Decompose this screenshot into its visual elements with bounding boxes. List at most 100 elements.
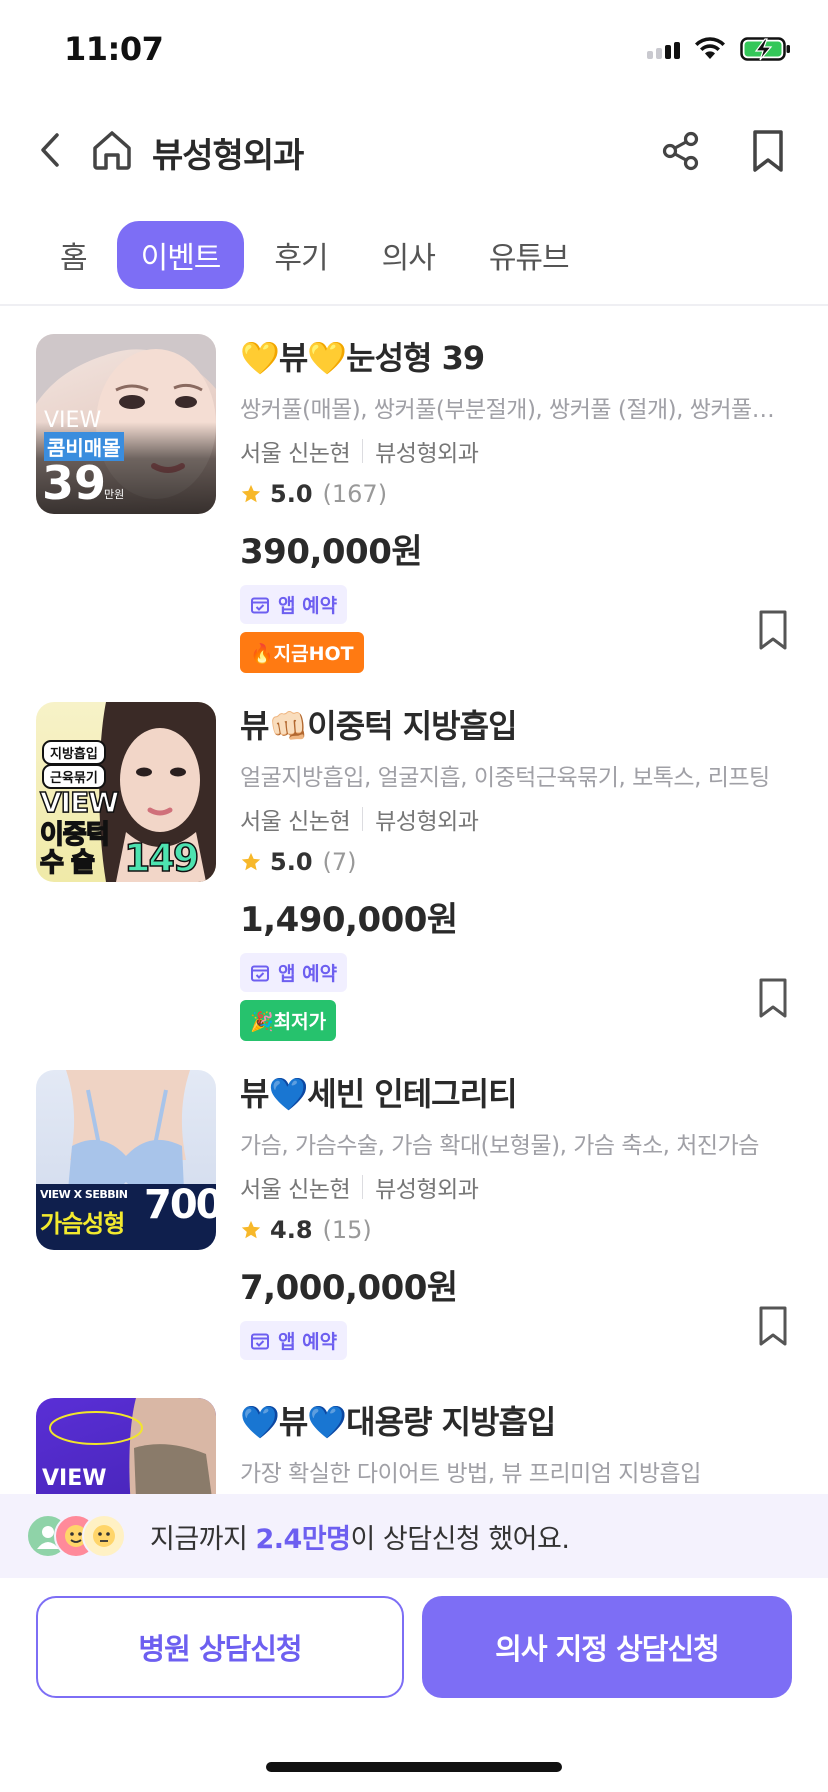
tab-bar: 홈 이벤트 후기 의사 유튜브 xyxy=(36,220,593,290)
thumbnail-brand: VIEW X SEBBIN xyxy=(40,1188,128,1201)
rating-score: 5.0 xyxy=(270,480,313,508)
bookmark-icon xyxy=(753,130,783,172)
thumbnail-tag: 지방흡입 xyxy=(42,740,106,765)
event-price: 390,000원 xyxy=(240,532,423,572)
avatar-group xyxy=(26,1506,136,1566)
consult-count: 2.4만명 xyxy=(255,1523,351,1555)
event-bookmark-button[interactable] xyxy=(756,608,790,652)
home-icon xyxy=(93,131,131,170)
bookmark-button[interactable] xyxy=(746,126,790,176)
event-location: 서울 신논현 뷰성형외과 xyxy=(240,1170,788,1204)
event-item[interactable]: VIEW X SEBBIN 가슴성형 700 뷰💙세빈 인테그리티 가슴, 가슴… xyxy=(0,1070,828,1400)
avatar xyxy=(82,1514,126,1558)
review-count: (167) xyxy=(322,480,388,508)
calendar-check-icon xyxy=(251,1333,269,1349)
event-title: 💛뷰💛눈성형 39 xyxy=(240,339,485,377)
status-bar: 11:07 xyxy=(0,0,828,100)
app-booking-badge: 앱 예약 xyxy=(240,1321,348,1360)
thinking-face-icon xyxy=(93,1525,115,1547)
star-icon xyxy=(241,1220,261,1239)
event-item[interactable]: 지방흡입 근육묶기 VIEW 이중턱 수 술 149 뷰👊🏻이중턱 지방흡입 얼… xyxy=(0,702,828,1062)
event-info: 뷰💙세빈 인테그리티 가슴, 가슴수술, 가슴 확대(보형물), 가슴 축소, … xyxy=(240,1072,788,1360)
thumbnail-brand: VIEW xyxy=(42,1466,107,1491)
event-price: 7,000,000원 xyxy=(240,1268,458,1308)
battery-charging-icon xyxy=(740,37,790,61)
app-booking-label: 앱 예약 xyxy=(278,595,338,617)
event-bookmark-button[interactable] xyxy=(756,1304,790,1348)
app-booking-badge: 앱 예약 xyxy=(240,585,348,624)
share-button[interactable] xyxy=(658,128,704,174)
bookmark-icon xyxy=(759,610,787,650)
app-booking-badge: 앱 예약 xyxy=(240,953,348,992)
event-tags: 얼굴지방흡입, 얼굴지흡, 이중턱근육묶기, 보톡스, 리프팅 xyxy=(240,765,770,791)
event-item[interactable]: VIEW 💙뷰💙대용량 지방흡입 가장 확실한 다이어트 방법, 뷰 프리미엄 … xyxy=(0,1398,828,1494)
app-booking-label: 앱 예약 xyxy=(278,1331,338,1353)
event-thumbnail[interactable]: VIEW X SEBBIN 가슴성형 700 xyxy=(36,1070,216,1250)
tab-events[interactable]: 이벤트 xyxy=(116,221,245,289)
thumbnail-number: 39 xyxy=(42,456,107,510)
tab-home[interactable]: 홈 xyxy=(36,221,111,289)
thumbnail-unit: 만원 xyxy=(104,488,125,501)
wifi-icon xyxy=(695,37,725,59)
bookmark-icon xyxy=(759,978,787,1018)
event-item[interactable]: VIEW 콤비매몰 39 만원 💛뷰💛눈성형 39 쌍커풀(매몰), 쌍커풀(부… xyxy=(0,334,828,694)
event-hospital: 뷰성형외과 xyxy=(375,809,479,835)
consult-banner: 지금까지 2.4만명이 상담신청 했어요. xyxy=(0,1494,828,1578)
event-tags: 가장 확실한 다이어트 방법, 뷰 프리미엄 지방흡입 xyxy=(240,1461,701,1487)
chevron-left-icon xyxy=(41,133,59,167)
hot-badge: 🔥지금HOT xyxy=(240,632,364,673)
tab-reviews[interactable]: 후기 xyxy=(250,221,351,289)
back-button[interactable] xyxy=(30,130,70,170)
event-rating: 5.0 (7) xyxy=(240,848,788,876)
tabs-divider xyxy=(0,304,828,306)
lowest-price-badge: 🎉최저가 xyxy=(240,1000,337,1041)
event-tags: 쌍커풀(매몰), 쌍커풀(부분절개), 쌍커풀 (절개), 쌍커풀 재수술, 눈… xyxy=(240,397,780,423)
event-thumbnail[interactable]: 지방흡입 근육묶기 VIEW 이중턱 수 술 149 xyxy=(36,702,216,882)
consult-count-text: 지금까지 2.4만명이 상담신청 했어요. xyxy=(150,1517,570,1556)
event-tags: 가슴, 가슴수술, 가슴 확대(보형물), 가슴 축소, 처진가슴 xyxy=(240,1133,759,1159)
status-icons xyxy=(647,36,792,62)
event-rating: 5.0 (167) xyxy=(240,480,788,508)
rating-score: 4.8 xyxy=(270,1216,313,1244)
star-icon xyxy=(241,484,261,503)
review-count: (15) xyxy=(322,1216,372,1244)
tab-youtube[interactable]: 유튜브 xyxy=(465,221,593,289)
event-title: 뷰💙세빈 인테그리티 xyxy=(240,1075,518,1113)
thumbnail-number: 700 xyxy=(144,1182,216,1228)
hospital-consult-button[interactable]: 병원 상담신청 xyxy=(36,1596,404,1698)
thumbnail-caption: 가슴성형 xyxy=(40,1210,125,1238)
consult-prefix: 지금까지 xyxy=(150,1523,256,1555)
event-hospital: 뷰성형외과 xyxy=(375,441,479,467)
event-location: 서울 신논현 뷰성형외과 xyxy=(240,802,788,836)
event-rating: 4.8 (15) xyxy=(240,1216,788,1244)
event-info: 💛뷰💛눈성형 39 쌍커풀(매몰), 쌍커풀(부분절개), 쌍커풀 (절개), … xyxy=(240,336,788,673)
bookmark-icon xyxy=(759,1306,787,1346)
calendar-check-icon xyxy=(251,597,269,613)
thumbnail-brand: VIEW xyxy=(44,408,102,433)
home-button[interactable] xyxy=(88,126,136,174)
status-time: 11:07 xyxy=(64,30,164,68)
consult-suffix: 이 상담신청 했어요. xyxy=(350,1523,570,1555)
event-hospital: 뷰성형외과 xyxy=(375,1177,479,1203)
event-title: 뷰👊🏻이중턱 지방흡입 xyxy=(240,707,518,745)
event-info: 💙뷰💙대용량 지방흡입 가장 확실한 다이어트 방법, 뷰 프리미엄 지방흡입 xyxy=(240,1400,788,1488)
thumbnail-number: 149 xyxy=(123,835,200,881)
event-price: 1,490,000원 xyxy=(240,900,458,940)
event-info: 뷰👊🏻이중턱 지방흡입 얼굴지방흡입, 얼굴지흡, 이중턱근육묶기, 보톡스, … xyxy=(240,704,788,1041)
doctor-consult-button[interactable]: 의사 지정 상담신청 xyxy=(422,1596,792,1698)
event-city: 서울 신논현 xyxy=(240,1177,351,1203)
divider xyxy=(362,807,364,831)
share-icon xyxy=(662,131,699,171)
top-nav: 뷰성형외과 xyxy=(0,110,828,190)
event-bookmark-button[interactable] xyxy=(756,976,790,1020)
event-thumbnail[interactable]: VIEW xyxy=(36,1398,216,1494)
thumbnail-caption: 수 술 xyxy=(39,847,95,879)
divider xyxy=(362,1175,364,1199)
event-city: 서울 신논현 xyxy=(240,809,351,835)
tab-doctors[interactable]: 의사 xyxy=(358,221,459,289)
event-thumbnail[interactable]: VIEW 콤비매몰 39 만원 xyxy=(36,334,216,514)
calendar-check-icon xyxy=(251,965,269,981)
event-location: 서울 신논현 뷰성형외과 xyxy=(240,434,788,468)
home-indicator xyxy=(266,1762,562,1772)
divider xyxy=(362,439,364,463)
